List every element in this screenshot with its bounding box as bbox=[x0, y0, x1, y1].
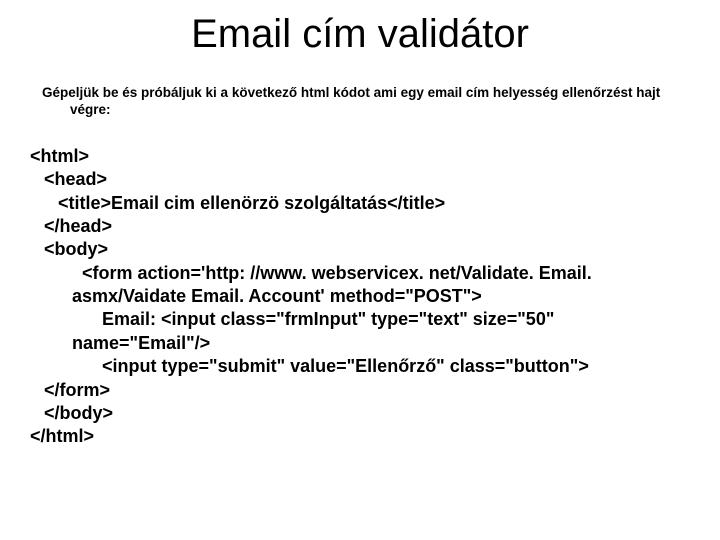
slide-subtitle: Gépeljük be és próbáljuk ki a következő … bbox=[64, 85, 690, 119]
code-line: <body> bbox=[44, 238, 690, 261]
code-text: Email: <input class="frmInput" type="tex… bbox=[72, 309, 554, 352]
code-line: </body> bbox=[44, 402, 690, 425]
code-line: <html> bbox=[30, 145, 690, 168]
code-line: </html> bbox=[30, 425, 690, 448]
code-block: <html> <head> <title>Email cim ellenörzö… bbox=[30, 145, 690, 449]
code-line: <title>Email cim ellenörzö szolgáltatás<… bbox=[58, 192, 690, 215]
code-line: Email: <input class="frmInput" type="tex… bbox=[30, 308, 690, 355]
code-line: <input type="submit" value="Ellenőrző" c… bbox=[30, 355, 690, 378]
code-line: <head> bbox=[44, 168, 690, 191]
code-line: </form> bbox=[44, 379, 690, 402]
code-text: <form action='http: //www. webservicex. … bbox=[72, 263, 592, 306]
code-line: </head> bbox=[44, 215, 690, 238]
code-text: <input type="submit" value="Ellenőrző" c… bbox=[102, 356, 589, 376]
code-line: <form action='http: //www. webservicex. … bbox=[30, 262, 690, 309]
slide: Email cím validátor Gépeljük be és próbá… bbox=[0, 0, 720, 540]
slide-title: Email cím validátor bbox=[30, 12, 690, 57]
